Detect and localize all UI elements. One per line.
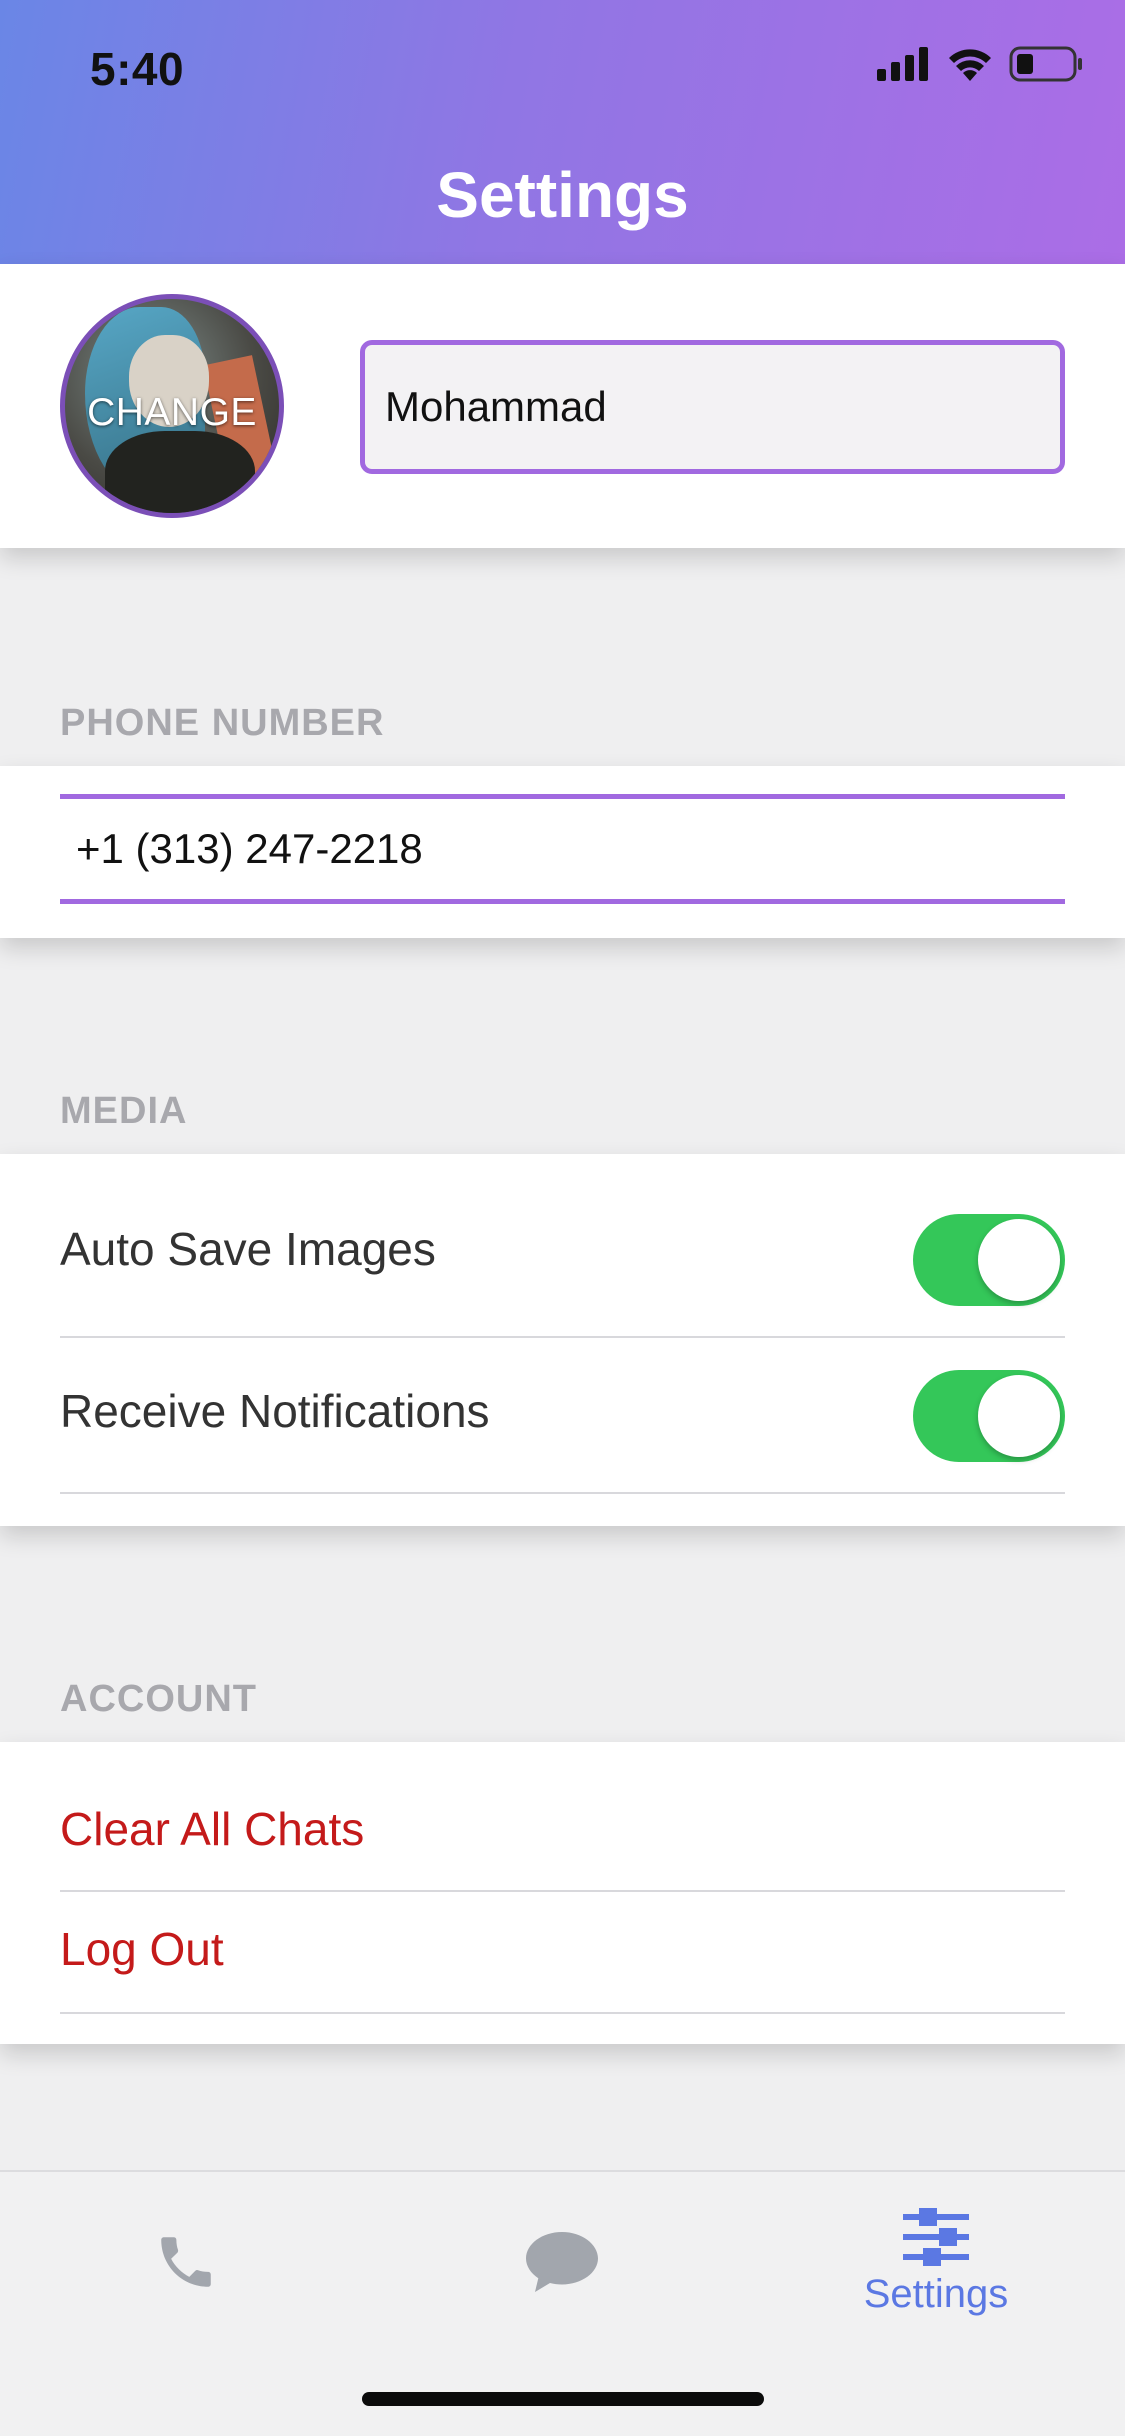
account-section-header: ACCOUNT (60, 1678, 257, 1720)
tab-calls[interactable] (96, 2172, 276, 2352)
chat-bubble-icon (526, 2232, 598, 2292)
phone-section-header: PHONE NUMBER (60, 702, 385, 744)
tab-settings-label: Settings (863, 2271, 1009, 2316)
avatar-image-body (105, 431, 255, 513)
auto-save-images-toggle[interactable] (913, 1214, 1065, 1306)
account-card: Clear All Chats Log Out (0, 1742, 1125, 2044)
phone-icon (161, 2237, 211, 2287)
auto-save-images-row: Auto Save Images (60, 1154, 1065, 1338)
log-out-row[interactable]: Log Out (60, 1892, 1065, 2014)
receive-notifications-label: Receive Notifications (60, 1385, 490, 1437)
avatar-change-button[interactable]: CHANGE (60, 294, 284, 518)
status-time: 5:40 (90, 43, 185, 95)
header-bar: 5:40 Settings (0, 0, 1125, 264)
log-out-button[interactable]: Log Out (60, 1922, 224, 1976)
tab-chats[interactable] (472, 2172, 652, 2352)
status-icons (877, 46, 1083, 82)
media-card: Auto Save Images Receive Notifications (0, 1154, 1125, 1526)
avatar-change-label: CHANGE (87, 391, 257, 434)
receive-notifications-row: Receive Notifications (60, 1338, 1065, 1494)
clear-all-chats-row[interactable]: Clear All Chats (60, 1742, 1065, 1892)
page-title: Settings (436, 159, 689, 231)
sliders-icon (903, 2207, 969, 2266)
clear-all-chats-button[interactable]: Clear All Chats (60, 1802, 364, 1856)
tab-settings[interactable]: Settings (846, 2172, 1026, 2352)
settings-screen: 5:40 Settings CHANGE Mohammad PHONE NUMB… (0, 0, 1125, 2436)
receive-notifications-toggle[interactable] (913, 1370, 1065, 1462)
toggle-knob (978, 1219, 1060, 1301)
auto-save-images-label: Auto Save Images (60, 1223, 436, 1275)
display-name-input[interactable] (360, 340, 1065, 474)
media-section-header: MEDIA (60, 1090, 188, 1132)
wifi-icon (949, 49, 991, 81)
phone-card (0, 766, 1125, 938)
toggle-knob (978, 1375, 1060, 1457)
phone-number-input[interactable] (60, 794, 1065, 904)
battery-icon (1009, 46, 1082, 82)
profile-card: CHANGE (0, 264, 1125, 548)
cellular-signal-icon (877, 47, 928, 81)
home-indicator (362, 2392, 764, 2406)
